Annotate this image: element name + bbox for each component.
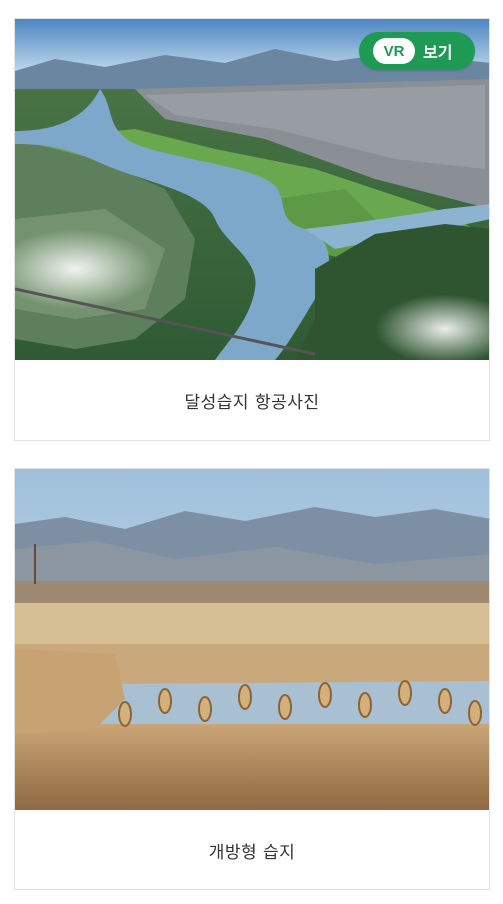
aerial-photo[interactable]: VR 보기	[15, 19, 489, 360]
gallery-page: VR 보기 달성습지 항공사진 개방형 습지	[0, 0, 503, 904]
aerial-photo-image	[15, 19, 489, 360]
gallery-card-open-wetland[interactable]: 개방형 습지	[14, 468, 490, 890]
vr-view-button[interactable]: VR 보기	[359, 32, 475, 70]
gallery-card-aerial[interactable]: VR 보기 달성습지 항공사진	[14, 18, 490, 441]
card-caption[interactable]: 달성습지 항공사진	[15, 360, 489, 440]
wetland-photo-image	[15, 469, 489, 810]
wetland-photo[interactable]	[15, 469, 489, 810]
vr-view-label: 보기	[423, 43, 453, 62]
vr-badge-icon: VR	[373, 38, 415, 64]
card-caption[interactable]: 개방형 습지	[15, 810, 489, 890]
